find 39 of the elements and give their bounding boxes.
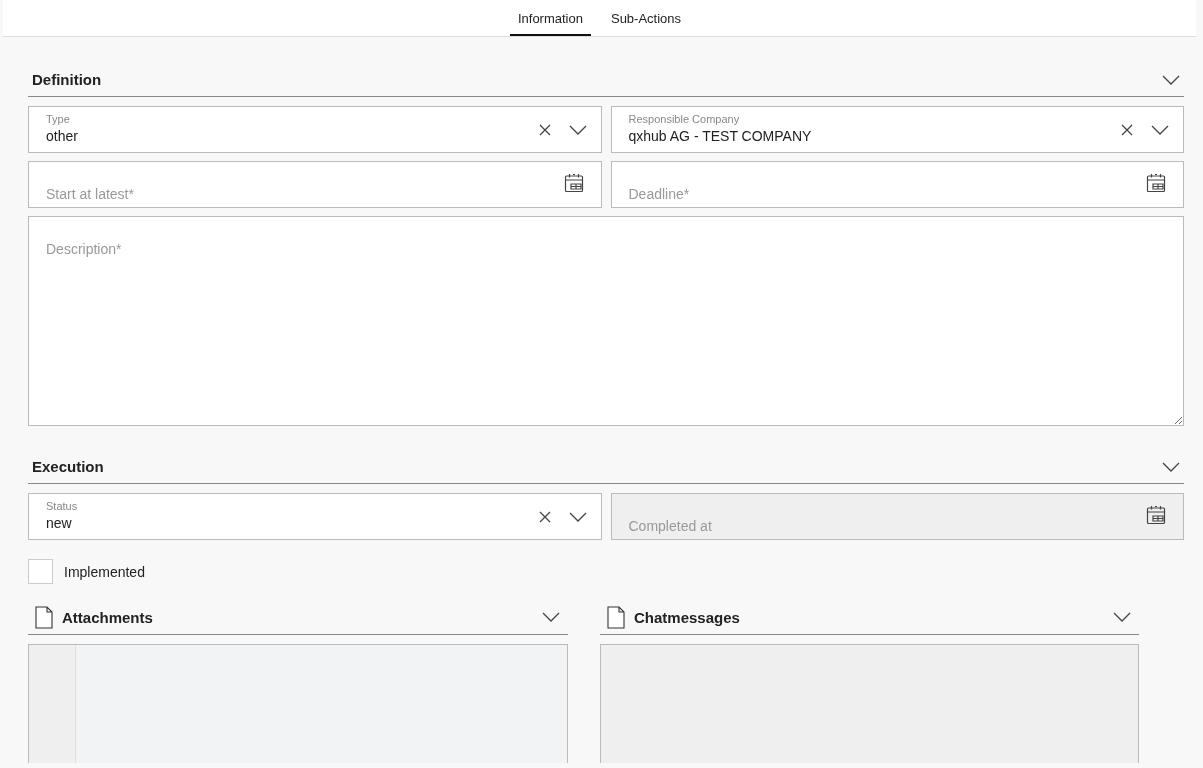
chevron-icon[interactable] <box>1162 74 1180 85</box>
chevron-icon[interactable] <box>1162 461 1180 472</box>
section-header[interactable]: Definition <box>28 63 1184 97</box>
document-icon <box>607 605 625 629</box>
tab[interactable]: Sub-Actions <box>602 0 690 36</box>
field-label: Responsible Company <box>628 113 741 125</box>
panel-header[interactable]: Attachments <box>28 600 568 635</box>
field-value: qxhub AG - TEST COMPANY <box>628 128 813 144</box>
field-label: Type <box>46 113 71 125</box>
panel-header[interactable]: Chatmessages <box>600 600 1139 635</box>
panel-title: Attachments <box>62 608 154 626</box>
chevron-icon[interactable] <box>1151 124 1169 135</box>
select-field[interactable]: Responsible Company qxhub AG - TEST COMPANY <box>610 106 1184 153</box>
section-title: Definition <box>32 71 102 88</box>
calendar-icon[interactable] <box>1146 173 1166 193</box>
clear-icon[interactable] <box>538 123 551 136</box>
calendar-icon[interactable] <box>1146 505 1166 525</box>
tab[interactable]: Information <box>509 0 591 36</box>
panel-title: Chatmessages <box>634 608 741 626</box>
date-field[interactable]: Start at latest* <box>28 161 602 208</box>
section-header[interactable]: Execution <box>28 450 1184 484</box>
chevron-icon[interactable] <box>568 124 587 135</box>
select-field[interactable]: Status new <box>28 493 602 540</box>
calendar-icon[interactable] <box>563 173 584 193</box>
clear-icon[interactable] <box>1121 123 1133 136</box>
chevron-icon[interactable] <box>542 612 560 622</box>
section-title: Execution <box>32 458 104 475</box>
description-field[interactable]: Description* <box>28 216 1184 426</box>
chevron-icon[interactable] <box>1113 612 1131 622</box>
field-label: Status <box>46 500 79 512</box>
checkbox-label: Implemented <box>64 563 145 580</box>
checkbox[interactable] <box>28 559 53 584</box>
field-value: new <box>46 515 73 531</box>
field-value: other <box>46 128 79 144</box>
clear-icon[interactable] <box>538 510 551 523</box>
select-field[interactable]: Type other <box>28 106 602 153</box>
document-icon <box>35 605 53 629</box>
date-field[interactable]: Deadline* <box>610 161 1184 208</box>
chevron-icon[interactable] <box>568 511 587 522</box>
